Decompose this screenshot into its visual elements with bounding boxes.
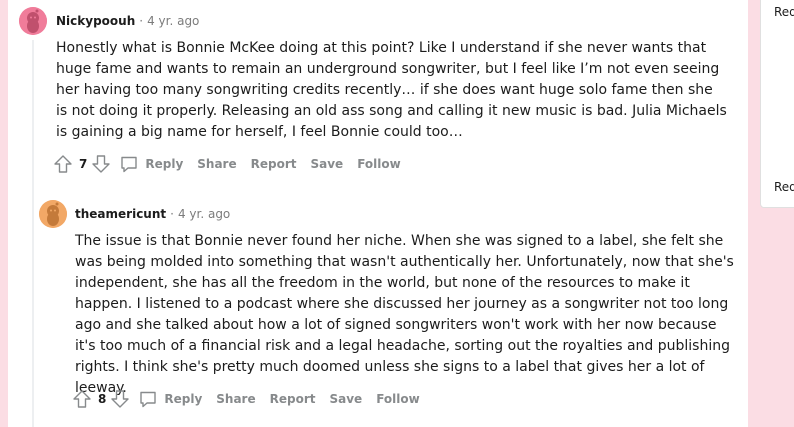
- comment-age[interactable]: 4 yr. ago: [178, 207, 230, 221]
- upvote-icon[interactable]: [72, 389, 92, 409]
- author-name[interactable]: theamericunt: [75, 207, 166, 221]
- comment-bubble-icon: [121, 156, 138, 173]
- comment-age[interactable]: 4 yr. ago: [147, 14, 199, 28]
- separator-dot: ·: [170, 207, 174, 221]
- report-button[interactable]: Report: [270, 392, 316, 406]
- snoo-avatar-icon: [39, 200, 67, 228]
- comment-body: Honestly what is Bonnie McKee doing at t…: [56, 40, 727, 140]
- follow-button[interactable]: Follow: [376, 392, 420, 406]
- comment-meta: theamericunt · 4 yr. ago: [75, 207, 230, 221]
- thread-line[interactable]: [32, 40, 34, 427]
- separator-dot: ·: [139, 14, 144, 28]
- sidebar-card: Red Red: [760, 0, 794, 208]
- vote-score: 7: [79, 157, 88, 171]
- save-button[interactable]: Save: [310, 157, 343, 171]
- author-name[interactable]: Nickypoouh: [56, 14, 135, 28]
- share-button[interactable]: Share: [216, 392, 255, 406]
- comment-actions: 7 Reply Share Report Save Follow: [53, 152, 415, 176]
- sidebar-label[interactable]: Red: [774, 5, 794, 19]
- follow-button[interactable]: Follow: [357, 157, 401, 171]
- comment-bubble-icon: [140, 391, 157, 408]
- comment-actions: 8 Reply Share Report Save Follow: [72, 387, 434, 411]
- comment-body: The issue is that Bonnie never found her…: [75, 233, 734, 396]
- snoo-avatar-icon: [19, 7, 47, 35]
- reply-button[interactable]: Reply: [119, 154, 183, 174]
- vote-score: 8: [98, 392, 107, 406]
- report-button[interactable]: Report: [251, 157, 297, 171]
- sidebar-label[interactable]: Red: [774, 180, 794, 194]
- downvote-icon[interactable]: [110, 389, 130, 409]
- avatar[interactable]: [19, 7, 47, 35]
- avatar[interactable]: [39, 200, 67, 228]
- comment-meta: Nickypoouh · 4 yr. ago: [56, 14, 199, 28]
- share-button[interactable]: Share: [197, 157, 236, 171]
- upvote-icon[interactable]: [53, 154, 73, 174]
- comment-thread: Nickypoouh · 4 yr. ago Honestly what is Bo…: [8, 0, 748, 427]
- downvote-icon[interactable]: [91, 154, 111, 174]
- reply-button[interactable]: Reply: [138, 389, 202, 409]
- save-button[interactable]: Save: [329, 392, 362, 406]
